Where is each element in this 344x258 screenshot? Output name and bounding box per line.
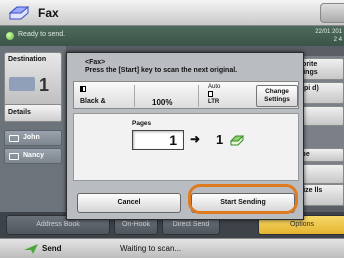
page-title: Fax xyxy=(38,6,59,20)
divider xyxy=(134,85,135,107)
details-button[interactable]: Details xyxy=(4,104,62,122)
paper-icon xyxy=(208,91,213,97)
cancel-button[interactable]: Cancel xyxy=(77,193,181,213)
menu-button[interactable] xyxy=(320,3,344,23)
contact-icon xyxy=(9,135,19,142)
destination-arrow-icon xyxy=(9,77,35,91)
color-mode-value: Black & xyxy=(80,98,106,105)
change-settings-button[interactable]: Change Settings xyxy=(256,85,298,107)
contact-item[interactable]: John xyxy=(4,130,62,146)
destination-label: Destination xyxy=(8,56,47,63)
destination-count: 1 xyxy=(39,75,50,95)
start-sending-highlight xyxy=(188,184,298,214)
paper-auto-label: Auto xyxy=(208,84,221,90)
contact-item[interactable]: Nancy xyxy=(4,148,62,164)
pages-label: Pages xyxy=(132,120,152,127)
status-bar: Ready to send. 22/01 201 2 4 xyxy=(0,26,344,46)
divider xyxy=(198,85,199,107)
arrow-right-icon: ➜ xyxy=(190,132,201,146)
footer-status: Send Waiting to scan... xyxy=(0,238,344,258)
copy-ratio-value: 100% xyxy=(152,98,173,107)
paper-size-value: LTR xyxy=(208,99,220,105)
status-indicator-icon xyxy=(6,32,14,40)
send-icon xyxy=(24,244,38,254)
scan-settings-panel: Black & 100% Auto LTR Change Settings xyxy=(73,81,299,109)
status-text: Ready to send. xyxy=(18,31,66,38)
title-bar: Fax xyxy=(0,0,344,26)
color-mode-icon xyxy=(80,86,86,92)
pages-sent-count: 1 xyxy=(216,132,224,147)
send-label: Send xyxy=(42,244,62,253)
details-label: Details xyxy=(8,109,31,116)
pages-panel: Pages 1 ➜ 1 xyxy=(73,113,299,181)
dialog-title: <Fax> xyxy=(85,59,106,66)
job-status-text: Waiting to scan... xyxy=(120,244,182,253)
date-time: 22/01 201 2 4 xyxy=(315,29,342,43)
dialog-instruction: Press the [Start] key to scan the next o… xyxy=(85,67,238,74)
dialog-message: <Fax> Press the [Start] key to scan the … xyxy=(85,59,237,75)
destination-panel[interactable]: Destination 1 xyxy=(4,52,62,108)
pages-scanned-count: 1 xyxy=(132,130,184,150)
fax-icon xyxy=(230,135,244,146)
contact-icon xyxy=(9,153,19,160)
fax-icon xyxy=(8,6,30,20)
